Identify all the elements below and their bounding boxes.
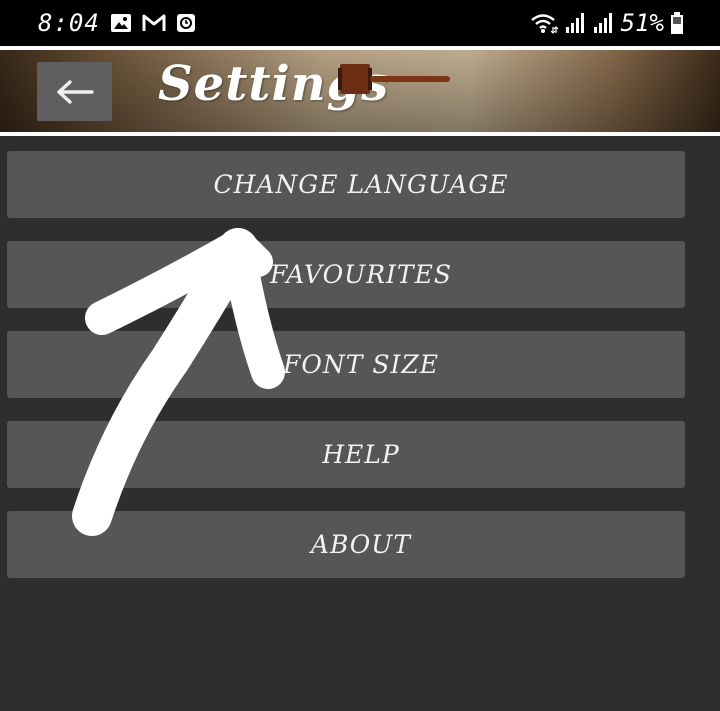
about-label: ABOUT xyxy=(310,530,412,559)
status-right: 51% xyxy=(529,6,684,40)
signal-icon xyxy=(593,12,615,34)
battery-percent: 51% xyxy=(620,9,664,37)
font-size-button[interactable]: FONT SIZE xyxy=(7,331,685,398)
app-header: Settings xyxy=(0,50,720,132)
change-language-label: CHANGE LANGUAGE xyxy=(213,170,509,199)
battery-icon xyxy=(670,11,684,35)
status-bar: 8:04 51% xyxy=(0,0,720,46)
clock-app-icon xyxy=(176,13,196,33)
favourites-label: FAVOURITES xyxy=(270,260,452,289)
arrow-left-icon xyxy=(56,79,94,105)
signal-icon xyxy=(565,12,587,34)
settings-screen: 8:04 51% Settings CHANGE LANGUAGE FAVOUR… xyxy=(0,0,720,711)
header-bottom-divider xyxy=(0,132,720,136)
gallery-icon xyxy=(110,13,132,33)
font-size-label: FONT SIZE xyxy=(283,350,439,379)
status-time: 8:04 xyxy=(38,9,100,37)
wifi-icon xyxy=(529,11,559,35)
favourites-button[interactable]: FAVOURITES xyxy=(7,241,685,308)
change-language-button[interactable]: CHANGE LANGUAGE xyxy=(7,151,685,218)
back-button[interactable] xyxy=(37,62,112,121)
help-label: HELP xyxy=(322,440,400,469)
about-button[interactable]: ABOUT xyxy=(7,511,685,578)
help-button[interactable]: HELP xyxy=(7,421,685,488)
status-left: 8:04 xyxy=(38,6,196,40)
gmail-icon xyxy=(142,13,166,33)
